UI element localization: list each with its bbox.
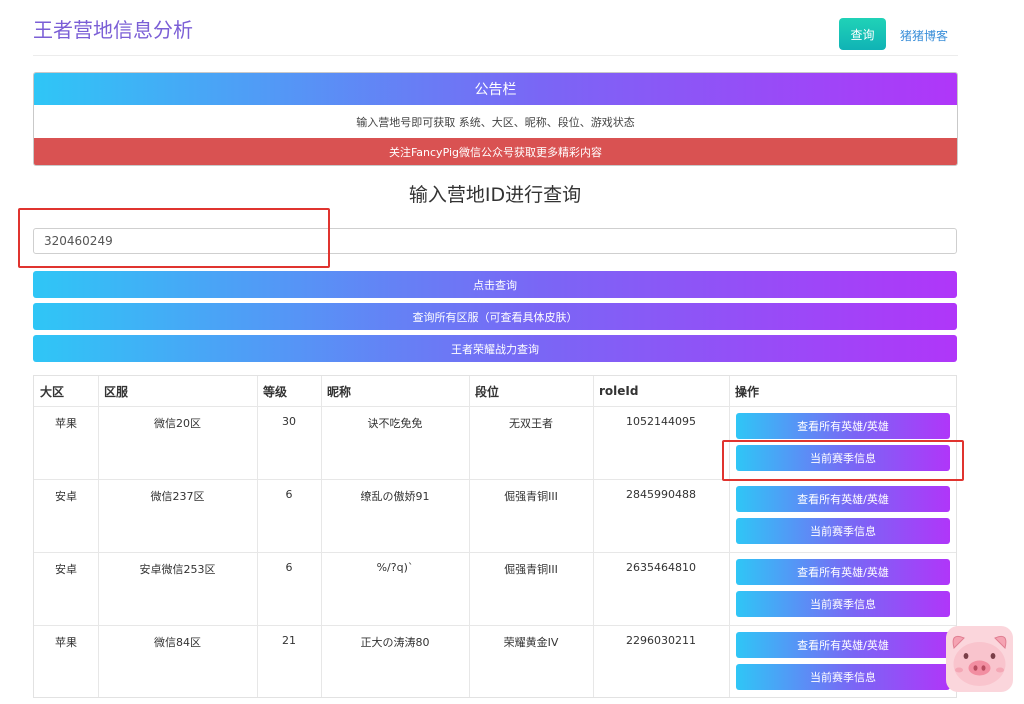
cell-nickname: %/?q)` [376,561,414,574]
cell-rank: 荣耀黄金IV [503,636,559,649]
cell-level: 6 [285,561,293,574]
col-header-roleid: roleId [599,384,639,398]
col-header-server: 区服 [104,384,129,399]
row-divider [34,479,956,480]
col-header-actions: 操作 [735,384,760,399]
cell-roleid: 2845990488 [626,488,696,501]
view-all-heroes-button[interactable]: 查看所有英雄/英雄 [736,413,950,439]
current-season-button[interactable]: 当前赛季信息 [736,445,950,471]
cell-region: 苹果 [55,417,77,430]
notice-body: 输入营地号即可获取 系统、大区、昵称、段位、游戏状态 [34,105,957,138]
column-divider [729,376,730,697]
col-header-rank: 段位 [475,384,500,399]
cell-roleid: 1052144095 [626,415,696,428]
cell-level: 6 [285,488,293,501]
notice-footer: 关注FancyPig微信公众号获取更多精彩内容 [34,138,957,165]
cell-roleid: 2635464810 [626,561,696,574]
view-all-heroes-button[interactable]: 查看所有英雄/英雄 [736,559,950,585]
row-divider [34,625,956,626]
cell-nickname: 缭乱の傲娇91 [360,490,430,503]
notice-board: 公告栏 输入营地号即可获取 系统、大区、昵称、段位、游戏状态 关注FancyPi… [33,72,958,166]
blog-link[interactable]: 猪猪博客 [900,27,948,44]
cell-nickname: 正大の涛涛80 [360,636,430,649]
cell-level: 21 [282,634,296,647]
cell-server: 微信20区 [154,417,201,430]
header-divider [33,55,958,56]
cell-rank: 无双王者 [509,417,553,430]
current-season-button[interactable]: 当前赛季信息 [736,591,950,617]
cell-rank: 倔强青铜III [504,490,558,503]
col-header-nickname: 昵称 [327,384,352,399]
cell-nickname: 诀不吃免免 [367,417,423,430]
row-divider [34,406,956,407]
cell-rank: 倔强青铜III [504,563,558,576]
cell-region: 苹果 [55,636,77,649]
query-all-servers-button[interactable]: 查询所有区服（可查看具体皮肤） [33,303,957,330]
current-season-button[interactable]: 当前赛季信息 [736,518,950,544]
pig-face-icon [952,635,1007,686]
cell-region: 安卓 [55,563,77,576]
cell-server: 安卓微信253区 [139,563,216,576]
camp-id-input[interactable] [33,228,957,254]
section-title: 输入营地ID进行查询 [408,184,582,206]
row-divider [34,552,956,553]
query-button[interactable]: 点击查询 [33,271,957,298]
header-query-button[interactable]: 查询 [839,18,886,50]
view-all-heroes-button[interactable]: 查看所有英雄/英雄 [736,486,950,512]
power-query-button[interactable]: 王者荣耀战力查询 [33,335,957,362]
cell-region: 安卓 [55,490,77,503]
current-season-button[interactable]: 当前赛季信息 [736,664,950,690]
results-table: 大区 区服 等级 昵称 段位 roleId 操作 苹果 微信20区 30 诀不吃… [33,375,957,698]
cell-server: 微信237区 [150,490,205,503]
view-all-heroes-button[interactable]: 查看所有英雄/英雄 [736,632,950,658]
notice-title: 公告栏 [34,73,957,105]
cell-server: 微信84区 [154,636,201,649]
col-header-region: 大区 [40,384,65,399]
cell-roleid: 2296030211 [626,634,696,647]
pig-mascot-icon[interactable] [946,626,1013,692]
cell-level: 30 [282,415,296,428]
site-title: 王者营地信息分析 [33,18,193,42]
col-header-level: 等级 [263,384,288,399]
